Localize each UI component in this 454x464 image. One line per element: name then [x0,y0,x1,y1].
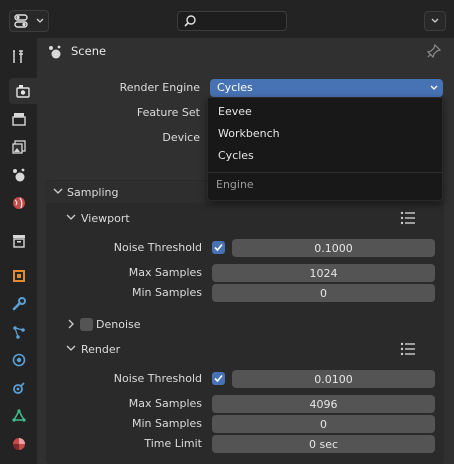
filter-dropdown-button[interactable] [424,11,446,31]
denoise-subpanel-header[interactable]: Denoise [56,313,436,335]
tab-scene[interactable] [5,162,33,188]
scene-icon [13,168,25,182]
feature-set-label: Feature Set [136,106,200,119]
render-engine-label: Render Engine [119,81,200,94]
mesh-data-icon [12,409,26,422]
tab-constraints[interactable] [5,375,33,401]
denoise-label: Denoise [96,318,141,331]
tab-view-layer[interactable] [5,134,33,160]
render-noise-threshold-field[interactable]: 0.0100 [232,370,435,388]
object-icon [13,270,25,282]
presets-list-icon[interactable] [400,342,416,356]
device-label: Device [162,131,200,144]
property-tabs [0,38,37,464]
material-icon [13,438,25,450]
render-noise-threshold-checkbox[interactable] [212,372,225,385]
viewport-max-samples-value: 1024 [309,266,338,280]
tab-output[interactable] [5,106,33,132]
render-engine-menu: Eevee Workbench Cycles Engine [207,97,443,201]
search-input[interactable] [177,11,287,31]
render-max-samples-label: Max Samples [128,397,202,410]
menu-item-eevee[interactable]: Eevee [208,101,442,123]
physics-icon [12,353,26,367]
render-subpanel-header[interactable]: Render [56,338,436,360]
collection-icon [13,235,25,248]
tab-particles[interactable] [5,319,33,345]
chevron-down-icon [53,188,63,194]
render-noise-threshold-label: Noise Threshold [113,372,202,385]
denoise-checkbox[interactable] [80,318,93,331]
tab-tool[interactable] [5,44,33,70]
render-engine-value: Cycles [217,81,253,94]
render-noise-threshold-value: 0.0100 [314,372,353,386]
viewport-min-samples-label: Min Samples [132,286,202,299]
menu-title: Engine [216,178,254,191]
tool-icon [13,50,23,63]
time-limit-field[interactable]: 0 sec [212,435,435,453]
viewport-min-samples-field[interactable]: 0 [212,284,435,302]
render-max-samples-field[interactable]: 4096 [212,395,435,413]
tab-object[interactable] [5,263,33,289]
wrench-icon [12,297,26,311]
context-scene-label: Scene [71,44,107,58]
chevron-down-icon [431,18,439,23]
render-icon [16,85,30,98]
render-max-samples-value: 4096 [309,397,338,411]
time-limit-value: 0 sec [308,437,339,451]
render-min-samples-value: 0 [320,417,327,431]
menu-item-workbench[interactable]: Workbench [208,123,442,145]
tab-data[interactable] [5,403,33,429]
chevron-right-icon [68,319,74,329]
properties-editor-icon [14,14,28,28]
pin-icon[interactable] [426,43,442,59]
viewport-subpanel-header[interactable]: Viewport [56,207,436,229]
tab-physics[interactable] [5,347,33,373]
checkmark-icon [214,243,223,252]
tab-modifiers[interactable] [5,291,33,317]
viewport-noise-threshold-field[interactable]: 0.1000 [232,239,435,257]
tab-material[interactable] [5,431,33,457]
menu-item-cycles[interactable]: Cycles [208,145,442,167]
render-min-samples-field[interactable]: 0 [212,415,435,433]
viewport-title: Viewport [81,212,130,225]
chevron-down-icon [430,85,438,90]
constraint-icon [13,382,25,394]
chevron-down-icon [66,345,76,351]
search-icon [184,15,196,27]
tab-collection[interactable] [5,228,33,254]
checkmark-icon [214,374,223,383]
viewport-max-samples-field[interactable]: 1024 [212,264,435,282]
viewport-noise-threshold-value: 0.1000 [314,241,353,255]
viewport-noise-threshold-label: Noise Threshold [113,241,202,254]
viewport-max-samples-label: Max Samples [128,266,202,279]
render-engine-dropdown[interactable]: Cycles [210,79,443,97]
chevron-down-icon [36,18,44,23]
tab-render[interactable] [9,78,37,104]
presets-list-icon[interactable] [400,211,416,225]
viewport-noise-threshold-checkbox[interactable] [212,241,225,254]
sampling-title: Sampling [67,186,119,199]
render-title: Render [81,343,121,356]
world-icon [13,197,25,209]
scene-icon [49,45,61,59]
output-icon [12,113,26,126]
particles-icon [13,326,25,339]
menu-separator [208,172,442,173]
viewport-min-samples-value: 0 [320,286,327,300]
chevron-down-icon [66,214,76,220]
editor-type-button[interactable] [9,10,49,32]
tab-world[interactable] [5,190,33,216]
view-layer-icon [12,140,26,154]
render-min-samples-label: Min Samples [132,417,202,430]
time-limit-label: Time Limit [144,437,202,450]
